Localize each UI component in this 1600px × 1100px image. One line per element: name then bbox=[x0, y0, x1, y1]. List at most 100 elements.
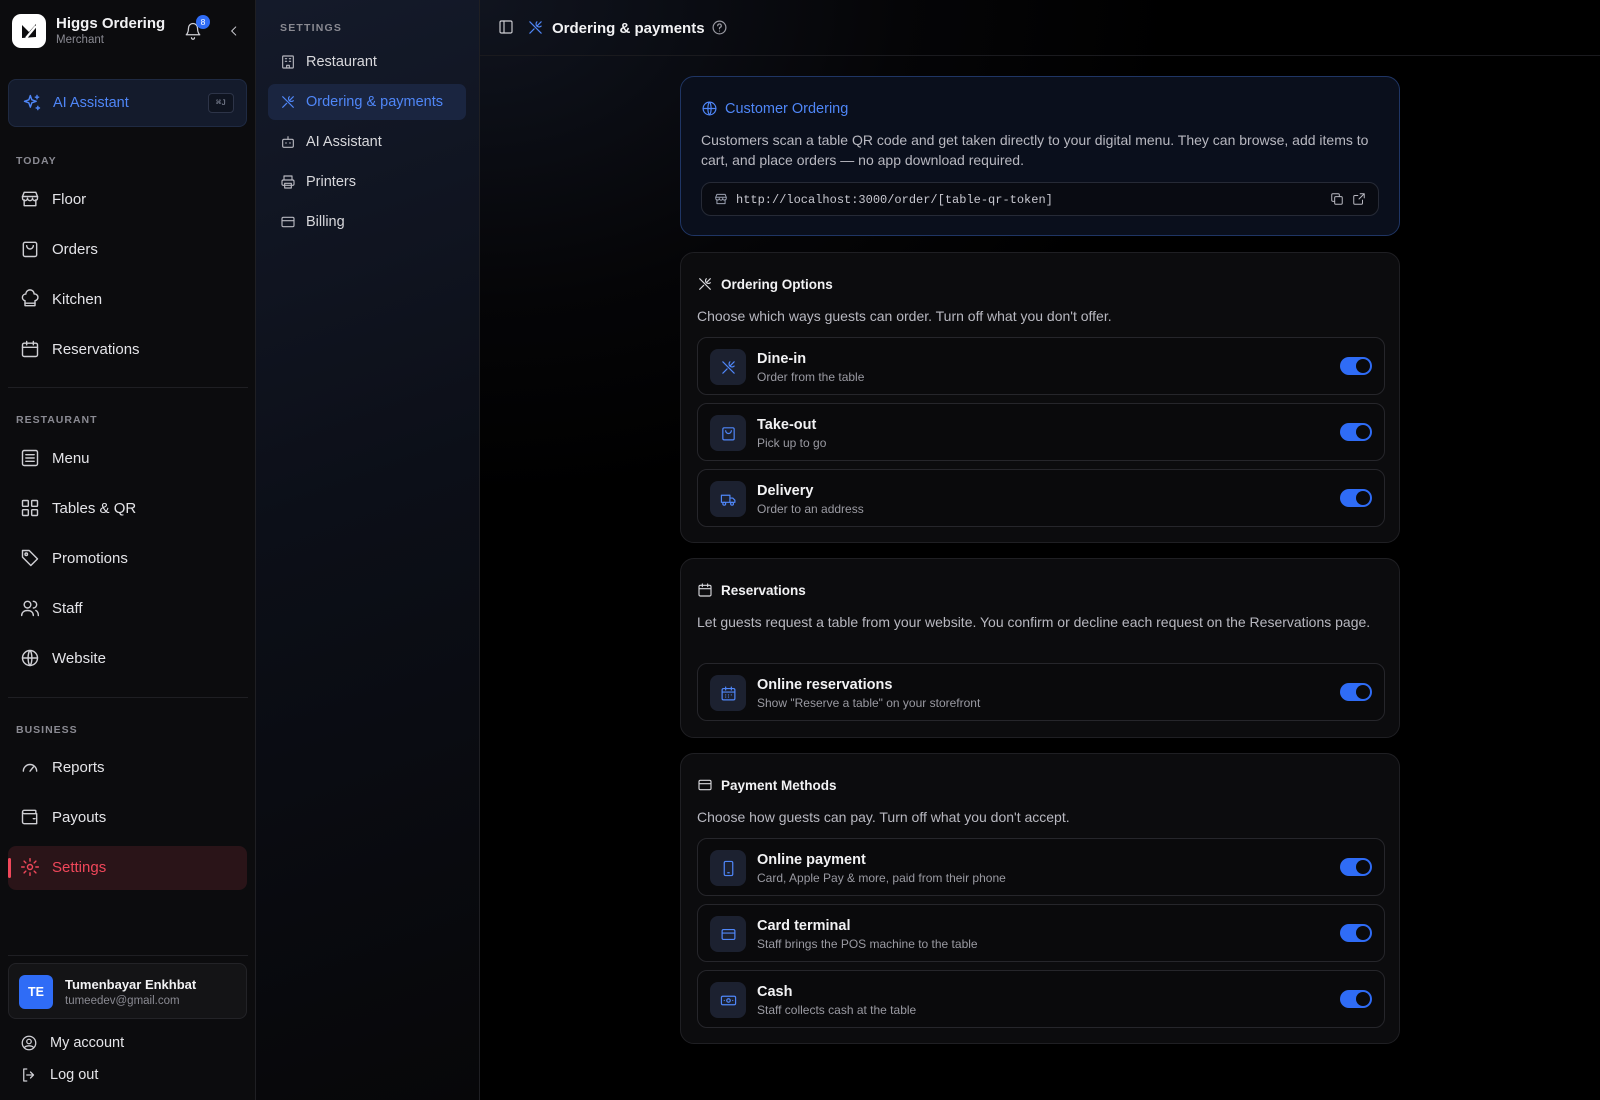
option-take-out: Take-out Pick up to go bbox=[697, 403, 1385, 461]
sidebar-item-label: Kitchen bbox=[52, 291, 103, 308]
customer-ordering-card: Customer Ordering Customers scan a table… bbox=[680, 76, 1400, 236]
take-out-toggle[interactable] bbox=[1340, 423, 1372, 441]
option-description: Staff collects cash at the table bbox=[757, 1003, 917, 1017]
online-payment-toggle[interactable] bbox=[1340, 858, 1372, 876]
sidebar-item-reservations[interactable]: Reservations bbox=[8, 328, 247, 372]
option-cash: Cash Staff collects cash at the table bbox=[697, 970, 1385, 1028]
globe-icon bbox=[20, 648, 40, 668]
card-title: Reservations bbox=[721, 583, 806, 598]
cash-toggle[interactable] bbox=[1340, 990, 1372, 1008]
users-icon bbox=[20, 598, 40, 618]
gauge-icon bbox=[20, 757, 40, 777]
external-link-icon[interactable] bbox=[1352, 192, 1366, 206]
utensils-icon bbox=[280, 94, 296, 110]
order-url: http://localhost:3000/order/[table-qr-to… bbox=[736, 193, 1053, 207]
phone-icon bbox=[710, 850, 746, 886]
option-name: Dine-in bbox=[757, 351, 807, 367]
banknote-icon bbox=[710, 982, 746, 1018]
user-card[interactable]: TE Tumenbayar Enkhbat tumeedev@gmail.com bbox=[8, 963, 247, 1019]
online-reservations-toggle[interactable] bbox=[1340, 683, 1372, 701]
card-description: Let guests request a table from your web… bbox=[697, 614, 1371, 630]
settings-item-printers[interactable]: Printers bbox=[268, 164, 466, 200]
panel-toggle-icon[interactable] bbox=[498, 19, 514, 35]
option-card-terminal: Card terminal Staff brings the POS machi… bbox=[697, 904, 1385, 962]
delivery-toggle[interactable] bbox=[1340, 489, 1372, 507]
settings-item-ai-assistant[interactable]: AI Assistant bbox=[268, 124, 466, 160]
brand-subtitle: Merchant bbox=[56, 34, 104, 46]
section-label-restaurant: RESTAURANT bbox=[16, 414, 98, 426]
sidebar: Higgs Ordering Merchant 8 AI Assistant ⌘… bbox=[0, 0, 256, 1100]
sidebar-item-payouts[interactable]: Payouts bbox=[8, 796, 247, 840]
option-online-reservations: Online reservations Show "Reserve a tabl… bbox=[697, 663, 1385, 721]
order-url-field[interactable]: http://localhost:3000/order/[table-qr-to… bbox=[701, 182, 1379, 216]
sidebar-item-staff[interactable]: Staff bbox=[8, 587, 247, 631]
card-description: Customers scan a table QR code and get t… bbox=[701, 132, 1369, 168]
notification-badge: 8 bbox=[196, 15, 210, 29]
option-description: Order to an address bbox=[757, 502, 864, 516]
user-name: Tumenbayar Enkhbat bbox=[65, 977, 197, 992]
ai-assistant-button[interactable]: AI Assistant ⌘J bbox=[8, 79, 247, 127]
card-title: Customer Ordering bbox=[725, 101, 849, 117]
option-name: Delivery bbox=[757, 483, 814, 499]
settings-item-ordering-payments[interactable]: Ordering & payments bbox=[268, 84, 466, 120]
sidebar-item-orders[interactable]: Orders bbox=[8, 228, 247, 272]
option-name: Card terminal bbox=[757, 918, 851, 934]
option-description: Pick up to go bbox=[757, 436, 827, 450]
sidebar-divider bbox=[8, 955, 248, 956]
shortcut-hint: ⌘J bbox=[208, 93, 234, 113]
help-icon[interactable] bbox=[711, 19, 728, 36]
card-description: Choose which ways guests can order. Turn… bbox=[697, 308, 1112, 324]
settings-nav-title: SETTINGS bbox=[280, 22, 343, 34]
option-description: Order from the table bbox=[757, 370, 865, 384]
sidebar-item-label: Staff bbox=[52, 600, 83, 617]
settings-item-label: Printers bbox=[306, 174, 356, 190]
settings-item-label: Billing bbox=[306, 214, 345, 230]
sidebar-item-tables-qr[interactable]: Tables & QR bbox=[8, 487, 247, 531]
sidebar-item-menu[interactable]: Menu bbox=[8, 437, 247, 481]
sidebar-item-label: Menu bbox=[52, 450, 90, 467]
card-terminal-toggle[interactable] bbox=[1340, 924, 1372, 942]
avatar: TE bbox=[19, 975, 53, 1009]
sidebar-item-website[interactable]: Website bbox=[8, 637, 247, 681]
section-label-business: BUSINESS bbox=[16, 724, 78, 736]
settings-item-billing[interactable]: Billing bbox=[268, 204, 466, 240]
settings-nav: SETTINGS Restaurant Ordering & payments … bbox=[256, 0, 480, 1100]
truck-icon bbox=[710, 481, 746, 517]
sidebar-item-kitchen[interactable]: Kitchen bbox=[8, 278, 247, 322]
globe-icon bbox=[701, 100, 718, 117]
card-description: Choose how guests can pay. Turn off what… bbox=[697, 809, 1070, 825]
sidebar-item-floor[interactable]: Floor bbox=[8, 178, 247, 222]
sidebar-item-label: Reservations bbox=[52, 341, 140, 358]
user-circle-icon bbox=[20, 1034, 38, 1052]
building-icon bbox=[280, 54, 296, 70]
card-title: Payment Methods bbox=[721, 778, 837, 793]
option-name: Online payment bbox=[757, 852, 866, 868]
reservations-card: Reservations Let guests request a table … bbox=[680, 558, 1400, 738]
option-name: Cash bbox=[757, 984, 793, 1000]
option-name: Online reservations bbox=[757, 677, 893, 693]
sidebar-item-label: Settings bbox=[52, 859, 107, 876]
dine-in-toggle[interactable] bbox=[1340, 357, 1372, 375]
sidebar-item-reports[interactable]: Reports bbox=[8, 746, 247, 790]
utensils-icon bbox=[710, 349, 746, 385]
brand-logo-icon[interactable] bbox=[12, 14, 46, 48]
option-dine-in: Dine-in Order from the table bbox=[697, 337, 1385, 395]
card-title: Ordering Options bbox=[721, 277, 833, 292]
user-email: tumeedev@gmail.com bbox=[65, 995, 180, 1007]
wallet-icon bbox=[20, 807, 40, 827]
sidebar-item-label: Floor bbox=[52, 191, 87, 208]
option-name: Take-out bbox=[757, 417, 817, 433]
chef-hat-icon bbox=[20, 289, 40, 309]
payment-methods-card: Payment Methods Choose how guests can pa… bbox=[680, 753, 1400, 1044]
settings-item-label: Ordering & payments bbox=[306, 94, 444, 110]
sidebar-item-settings[interactable]: Settings bbox=[8, 846, 247, 890]
sidebar-item-promotions[interactable]: Promotions bbox=[8, 537, 247, 581]
settings-item-restaurant[interactable]: Restaurant bbox=[268, 44, 466, 80]
copy-icon[interactable] bbox=[1330, 192, 1344, 206]
settings-item-label: AI Assistant bbox=[306, 134, 382, 150]
main-content: Ordering & payments Customer Ordering Cu… bbox=[480, 0, 1600, 1100]
log-out-label: Log out bbox=[50, 1067, 99, 1083]
store-icon bbox=[714, 192, 728, 206]
list-icon bbox=[20, 448, 40, 468]
chevron-left-icon[interactable] bbox=[227, 24, 241, 38]
